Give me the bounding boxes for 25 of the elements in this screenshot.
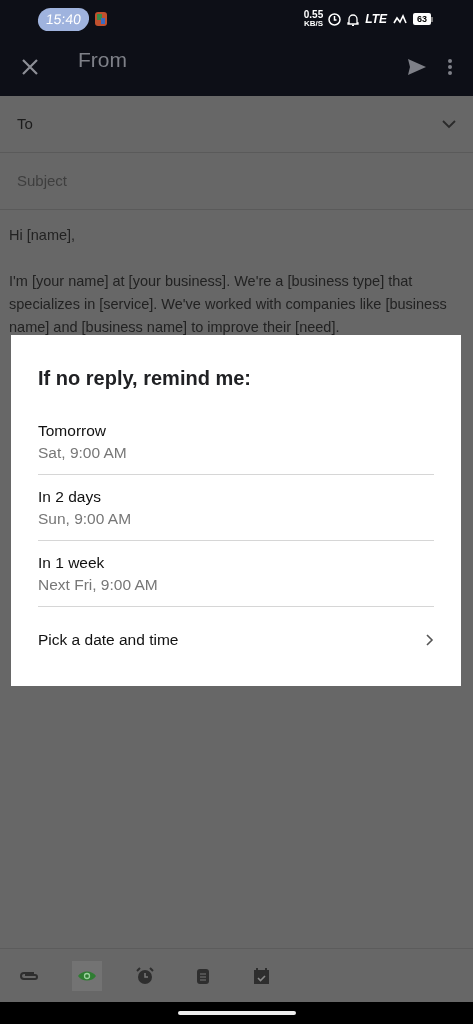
- from-label: From: [78, 47, 127, 74]
- speed-unit: KB/S: [303, 20, 324, 28]
- reminder-option[interactable]: Tomorrow Sat, 9:00 AM: [38, 409, 434, 475]
- network-speed: 0.55: [303, 10, 324, 20]
- signal-icon: [393, 14, 407, 24]
- chevron-right-icon: [426, 633, 434, 646]
- chevron-down-icon[interactable]: [442, 119, 456, 129]
- clock: 15:40: [36, 7, 91, 31]
- network-type: LTE: [365, 11, 387, 28]
- reminder-option[interactable]: Pick a date and time: [38, 607, 434, 672]
- eye-icon[interactable]: [75, 963, 99, 988]
- to-label: To: [17, 113, 33, 134]
- timer-icon: [328, 12, 342, 26]
- alarm-bell-icon: [347, 12, 360, 26]
- battery-icon: 63: [413, 13, 433, 25]
- app-icon: [95, 12, 108, 26]
- dialog-title: If no reply, remind me:: [38, 366, 252, 391]
- more-icon[interactable]: [447, 58, 453, 76]
- send-icon[interactable]: [407, 58, 427, 76]
- reminder-option[interactable]: In 1 week Next Fri, 9:00 AM: [38, 541, 434, 607]
- reminder-option[interactable]: In 2 days Sun, 9:00 AM: [38, 475, 434, 541]
- home-indicator[interactable]: [177, 1011, 296, 1015]
- body-paragraph: I'm [your name] at [your business]. We're a [business type] that specializes in [service]. We've worked with companies like [business name] and [business name] to improve their [need].: [9, 272, 448, 337]
- close-icon[interactable]: [20, 57, 40, 77]
- body-paragraph: Hi [name],: [9, 226, 77, 245]
